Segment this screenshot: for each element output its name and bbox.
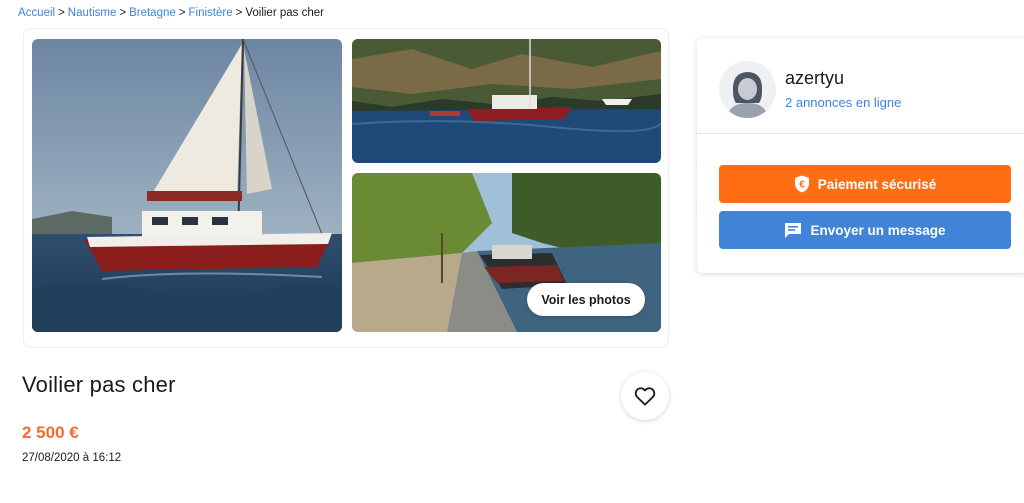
seller-ads-link[interactable]: 2 annonces en ligne — [785, 95, 901, 110]
svg-text:€: € — [799, 180, 805, 191]
sailboat-photo-image — [32, 39, 342, 332]
favorite-button[interactable] — [621, 372, 669, 420]
secure-payment-button[interactable]: € Paiement sécurisé — [719, 165, 1011, 203]
seller-name[interactable]: azertyu — [785, 68, 844, 89]
breadcrumb-separator: > — [119, 7, 127, 19]
harbour-photo-image — [352, 39, 661, 163]
user-avatar-icon — [719, 61, 776, 118]
listing-price: 2 500 € — [22, 423, 79, 442]
breadcrumb-current: Voilier pas cher — [245, 7, 324, 19]
send-message-label: Envoyer un message — [810, 222, 946, 238]
breadcrumb-separator: > — [178, 7, 186, 19]
breadcrumb-link-bretagne[interactable]: Bretagne — [129, 7, 176, 19]
breadcrumb-separator: > — [58, 7, 65, 19]
breadcrumb-link-accueil[interactable]: Accueil — [18, 7, 55, 19]
breadcrumb-separator: > — [235, 7, 243, 19]
harbour-photo[interactable] — [352, 39, 661, 163]
shield-euro-icon: € — [794, 175, 810, 193]
divider — [697, 133, 1024, 134]
breadcrumb-link-nautisme[interactable]: Nautisme — [68, 7, 117, 19]
heart-icon — [634, 387, 656, 406]
seller-avatar[interactable] — [719, 61, 776, 118]
see-photos-button[interactable]: Voir les photos — [527, 283, 645, 316]
secure-payment-label: Paiement sécurisé — [817, 176, 937, 192]
main-photo[interactable] — [32, 39, 342, 332]
seller-card: azertyu 2 annonces en ligne € Paiement s… — [697, 38, 1024, 273]
listing-date: 27/08/2020 à 16:12 — [22, 452, 122, 464]
chat-bubble-icon — [784, 222, 802, 239]
send-message-button[interactable]: Envoyer un message — [719, 211, 1011, 249]
breadcrumb-link-finistere[interactable]: Finistère — [189, 7, 233, 19]
breadcrumb: Accueil > Nautisme > Bretagne > Finistère > Voil… — [18, 7, 324, 19]
listing-title: Voilier pas cher — [22, 372, 176, 397]
